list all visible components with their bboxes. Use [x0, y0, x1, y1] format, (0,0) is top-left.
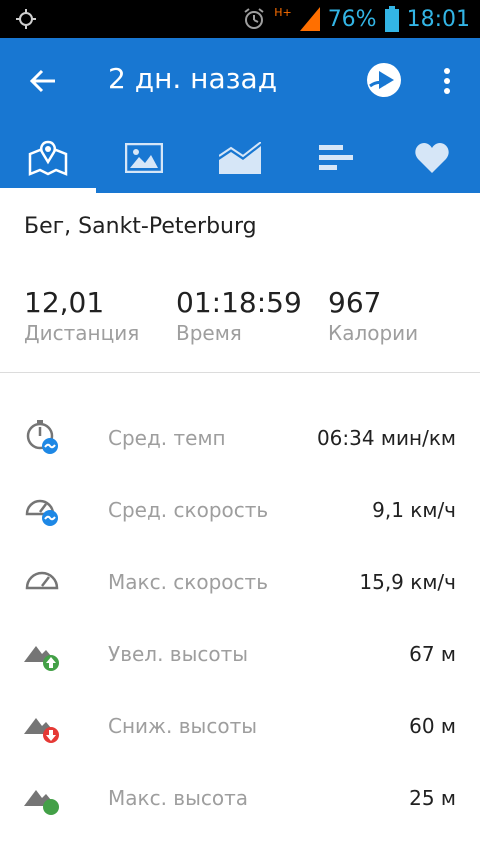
metric-row-max-speed: Макс. скорость 15,9 км/ч	[0, 564, 480, 636]
time-value: 01:18:59	[176, 286, 302, 319]
metric-value: 67 м	[409, 642, 456, 666]
metric-value: 06:34 мин/км	[316, 426, 456, 450]
network-type: H+	[274, 6, 292, 19]
tab-charts[interactable]	[192, 123, 288, 193]
elevation-loss-icon	[24, 718, 59, 743]
bars-icon	[319, 145, 353, 170]
app-bar: 2 дн. назад	[0, 38, 480, 123]
calories-stat: 967 Калории	[328, 286, 418, 345]
divider	[0, 372, 480, 373]
more-menu-icon[interactable]	[436, 66, 458, 96]
distance-value: 12,01	[24, 286, 105, 319]
chart-icon	[219, 142, 261, 174]
avg-speed-icon	[25, 499, 58, 526]
alarm-icon	[244, 8, 264, 29]
tab-photos[interactable]	[96, 123, 192, 193]
battery-percent: 76%	[327, 6, 377, 32]
status-bar: H+ 76% 18:01	[0, 0, 480, 38]
metric-value: 25 м	[409, 786, 456, 810]
metric-label: Макс. скорость	[108, 570, 268, 594]
distance-label: Дистанция	[24, 321, 140, 345]
metric-row-avg-pace: Сред. темп 06:34 мин/км	[0, 420, 480, 492]
distance-stat: 12,01 Дистанция	[24, 286, 139, 345]
metric-row-elevation-loss: Сниж. высоты 60 м	[0, 708, 480, 780]
tab-splits[interactable]	[288, 123, 384, 193]
metric-value: 9,1 км/ч	[372, 498, 456, 522]
elevation-gain-icon	[24, 646, 59, 671]
metric-label: Макс. высота	[108, 786, 249, 810]
heart-icon	[415, 143, 449, 173]
back-arrow-icon[interactable]	[28, 66, 58, 96]
max-elevation-icon	[24, 790, 59, 815]
metric-row-elevation-gain: Увел. высоты 67 м	[0, 636, 480, 708]
metric-row-avg-speed: Сред. скорость 9,1 км/ч	[0, 492, 480, 564]
play-route-icon[interactable]	[364, 60, 404, 100]
map-icon	[28, 140, 68, 176]
tab-bar	[0, 123, 480, 193]
calories-label: Калории	[328, 321, 419, 345]
metric-label: Сред. скорость	[108, 498, 269, 522]
metric-label: Увел. высоты	[108, 642, 249, 666]
time-stat: 01:18:59 Время	[176, 286, 302, 345]
metric-label: Сниж. высоты	[108, 714, 258, 738]
max-speed-icon	[25, 571, 59, 590]
metric-label: Сред. темп	[108, 426, 226, 450]
avg-pace-icon	[26, 420, 58, 454]
battery-icon	[384, 6, 399, 32]
gps-icon	[16, 9, 36, 29]
page-title: 2 дн. назад	[108, 62, 278, 95]
calories-value: 967	[328, 286, 382, 319]
metric-row-max-elevation: Макс. высота 25 м	[0, 780, 480, 852]
metric-value: 60 м	[409, 714, 456, 738]
signal-icon	[299, 7, 320, 31]
activity-title: Бег, Sankt-Peterburg	[24, 214, 257, 239]
image-icon	[125, 143, 163, 173]
time-label: Время	[176, 321, 242, 345]
tab-heart[interactable]	[384, 123, 480, 193]
metric-value: 15,9 км/ч	[359, 570, 456, 594]
clock: 18:01	[406, 6, 470, 32]
tab-map[interactable]	[0, 123, 96, 193]
